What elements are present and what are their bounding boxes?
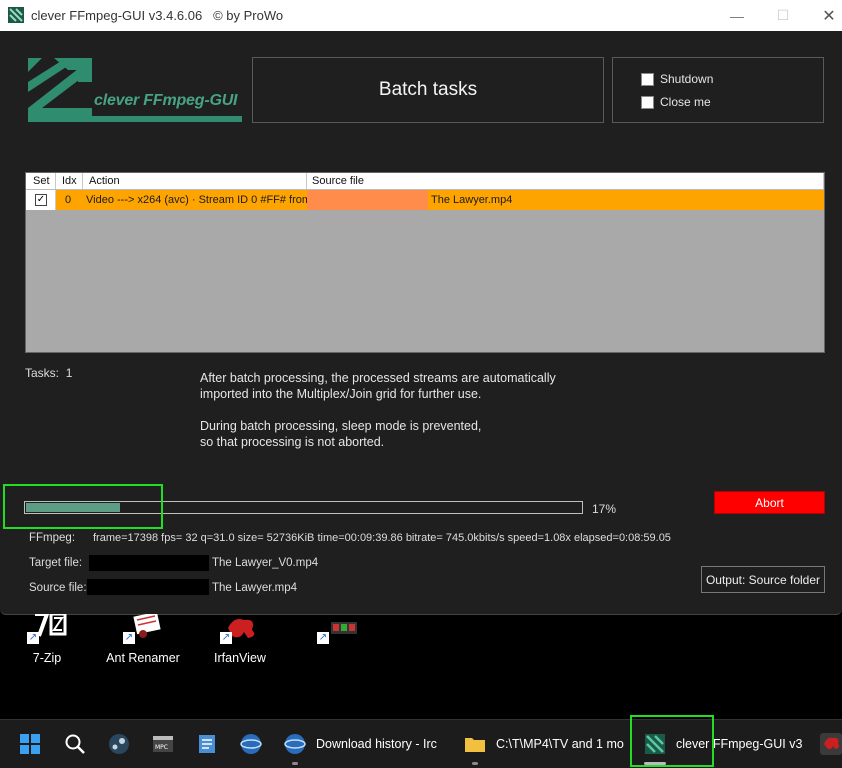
progress-highlight-box xyxy=(3,484,163,529)
redacted-source-path xyxy=(87,579,209,595)
batch-grid[interactable]: Set Idx Action Source file ✓ 0 Video ---… xyxy=(25,172,825,353)
info-line-1: After batch processing, the processed st… xyxy=(200,371,556,385)
taskbar-search[interactable] xyxy=(64,720,86,768)
app-logo-icon xyxy=(8,7,24,23)
windows-start-icon xyxy=(20,734,40,754)
browser-icon xyxy=(240,734,262,754)
7zip-icon: ↗ xyxy=(27,612,67,644)
ant-renamer-icon: ↗ xyxy=(123,611,163,644)
taskbar: MPC Download history - Irc C:\T\MP4\TV a… xyxy=(0,719,842,768)
redacted-path xyxy=(307,190,428,210)
target-file-name: The Lawyer_V0.mp4 xyxy=(212,557,319,569)
taskbar-mpc-be[interactable]: MPC xyxy=(152,720,174,768)
close-me-option[interactable]: Close me xyxy=(641,95,711,109)
row-source-file: The Lawyer.mp4 xyxy=(431,194,513,206)
irfanview-icon: ↗ xyxy=(220,614,260,644)
desktop-icon-irfanview[interactable]: ↗ IrfanView xyxy=(195,614,285,665)
taskbar-item-label: C:\T\MP4\TV and 1 mo xyxy=(496,737,624,751)
options-panel: Shutdown Close me xyxy=(612,57,824,123)
shutdown-checkbox[interactable] xyxy=(641,72,654,86)
app-shortcut-icon: ↗ xyxy=(317,614,357,644)
ffmpeg-logo-icon xyxy=(28,58,242,122)
browser-download-icon xyxy=(284,734,306,754)
abort-button[interactable]: Abort xyxy=(714,491,825,514)
taskbar-notepad[interactable] xyxy=(196,720,218,768)
taskbar-highlight-box xyxy=(630,715,714,767)
desktop-icon-label: IrfanView xyxy=(214,651,266,665)
redacted-target-path xyxy=(89,555,209,571)
progress-percent: 17% xyxy=(592,502,617,516)
folder-icon xyxy=(465,738,485,752)
minimize-button[interactable]: — xyxy=(714,0,760,31)
tasks-value: 1 xyxy=(65,366,73,380)
target-file-label: Target file: xyxy=(29,557,83,569)
batch-info-text: After batch processing, the processed st… xyxy=(200,370,620,466)
title-bar[interactable]: clever FFmpeg-GUI v3.4.6.06 © by ProWo —… xyxy=(0,0,842,31)
logo-text: clever FFmpeg-GUI xyxy=(94,92,238,109)
info-line-3: During batch processing, sleep mode is p… xyxy=(200,419,482,433)
row-action: Video ---> x264 (avc) · Stream ID 0 #FF#… xyxy=(86,194,312,206)
close-me-checkbox[interactable] xyxy=(641,95,654,109)
batch-tasks-title: Batch tasks xyxy=(252,57,604,123)
desktop-icon-label: 7-Zip xyxy=(32,651,62,665)
table-row[interactable]: ✓ 0 Video ---> x264 (avc) · Stream ID 0 … xyxy=(26,190,824,210)
info-line-2: imported into the Multiplex/Join grid fo… xyxy=(200,387,482,401)
desktop-icon-label: Ant Renamer xyxy=(106,651,180,665)
desktop-icon-app[interactable]: ↗ xyxy=(292,614,382,651)
info-line-4: so that processing is not aborted. xyxy=(200,435,385,449)
row-idx: 0 xyxy=(65,194,72,206)
taskbar-irfanview[interactable] xyxy=(820,720,842,768)
taskbar-file-explorer[interactable]: C:\T\MP4\TV and 1 mo xyxy=(464,720,625,768)
source-file-name: The Lawyer.mp4 xyxy=(212,582,298,594)
shutdown-label: Shutdown xyxy=(660,72,714,86)
desktop-icon-ant-renamer[interactable]: ↗ Ant Renamer xyxy=(98,611,188,665)
notepad-icon xyxy=(199,735,215,753)
source-file-label: Source file: xyxy=(29,582,87,594)
shutdown-option[interactable]: Shutdown xyxy=(641,72,713,86)
ffmpeg-label: FFmpeg: xyxy=(29,532,76,544)
row-set-cell[interactable]: ✓ xyxy=(26,190,56,210)
taskbar-browser[interactable] xyxy=(240,720,262,768)
taskbar-steam[interactable] xyxy=(108,720,130,768)
grid-header: Set Idx Action Source file xyxy=(26,173,824,190)
output-folder-button[interactable]: Output: Source folder xyxy=(701,566,825,593)
close-button[interactable]: ✕ xyxy=(806,0,842,31)
svg-text:MPC: MPC xyxy=(155,744,168,751)
window-title-text: clever FFmpeg-GUI v3.4.6.06 xyxy=(31,8,203,23)
window-title: clever FFmpeg-GUI v3.4.6.06 © by ProWo xyxy=(31,8,283,23)
mpc-be-icon: MPC xyxy=(153,736,173,752)
search-icon xyxy=(65,734,85,754)
column-header-source[interactable]: Source file xyxy=(312,175,364,187)
row-set-checkbox[interactable]: ✓ xyxy=(35,194,47,206)
taskbar-item-label: Download history - Irc xyxy=(316,737,437,751)
irfanview-icon xyxy=(820,733,842,755)
column-header-idx[interactable]: Idx xyxy=(62,175,77,187)
tasks-label: Tasks: xyxy=(25,366,60,380)
close-me-label: Close me xyxy=(660,95,711,109)
taskbar-download-history[interactable]: Download history - Irc xyxy=(284,720,444,768)
desktop-icon-7zip[interactable]: ↗ 7-Zip xyxy=(2,612,92,665)
column-header-action[interactable]: Action xyxy=(89,175,120,187)
steam-icon xyxy=(109,734,129,754)
column-header-set[interactable]: Set xyxy=(33,175,50,187)
ffmpeg-status: frame=17398 fps= 32 q=31.0 size= 52736Ki… xyxy=(93,532,671,544)
window-copyright: © by ProWo xyxy=(213,8,284,23)
tasks-count: Tasks: 1 xyxy=(25,366,72,380)
start-button[interactable] xyxy=(19,720,41,768)
maximize-button[interactable]: ☐ xyxy=(760,0,806,31)
